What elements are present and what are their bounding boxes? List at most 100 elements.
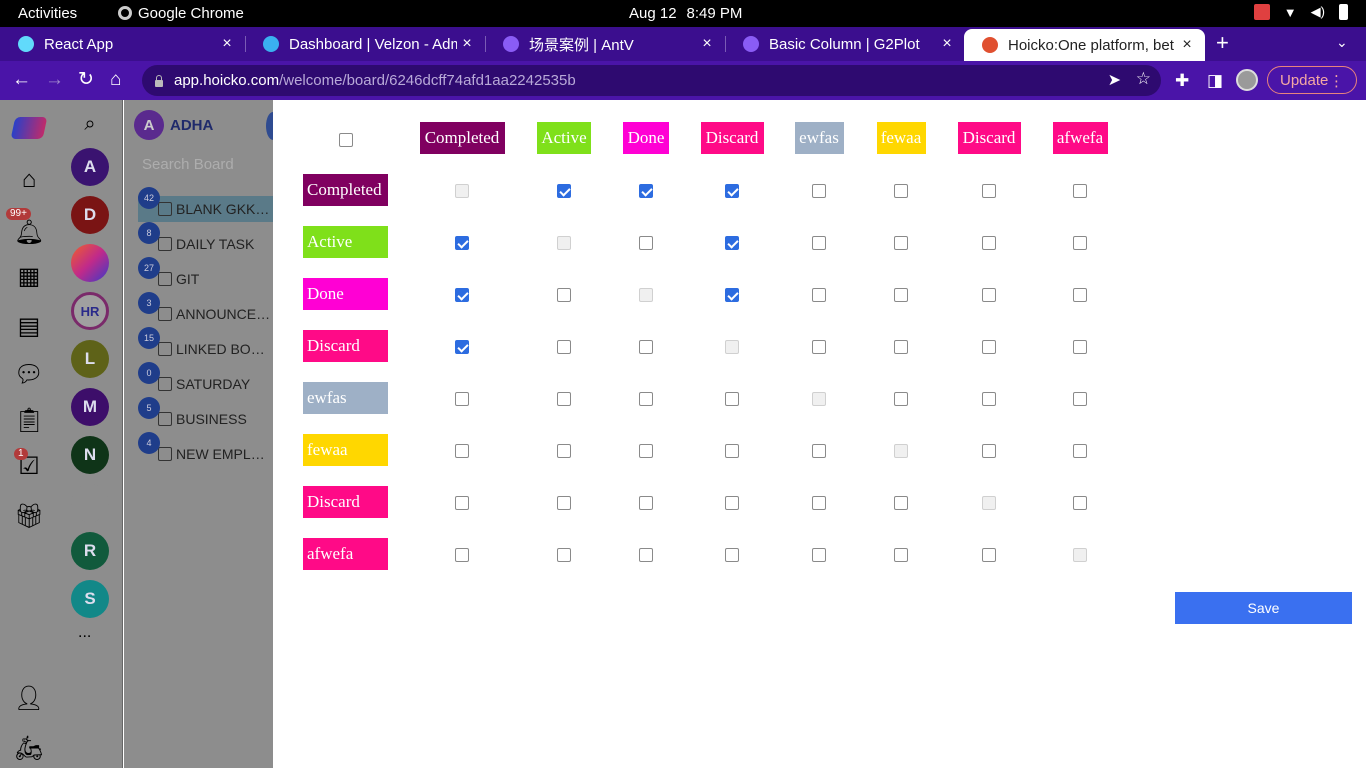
transition-checkbox[interactable]	[982, 548, 996, 562]
transition-checkbox[interactable]	[812, 496, 826, 510]
side-panel-icon[interactable]: ◨	[1207, 71, 1223, 91]
transition-checkbox[interactable]	[812, 184, 826, 198]
board-item[interactable]: 42 BLANK GKKGKGKG	[138, 187, 273, 222]
transition-checkbox[interactable]	[557, 340, 571, 354]
close-tab-icon[interactable]: ×	[697, 35, 717, 53]
update-button[interactable]: Update ⋮	[1267, 66, 1357, 94]
transition-checkbox[interactable]	[982, 184, 996, 198]
transition-checkbox[interactable]	[639, 340, 653, 354]
transition-checkbox[interactable]	[455, 496, 469, 510]
workspace-avatar[interactable]: M	[71, 388, 109, 426]
transition-checkbox[interactable]	[894, 184, 908, 198]
board-item[interactable]: 15 LINKED BOARD	[138, 327, 273, 362]
transition-checkbox[interactable]	[455, 548, 469, 562]
bookmark-star-icon[interactable]: ☆	[1136, 69, 1151, 89]
transition-checkbox[interactable]	[455, 392, 469, 406]
transition-checkbox[interactable]	[725, 548, 739, 562]
gift-icon[interactable]: 🎁︎	[13, 500, 45, 532]
hoicko-logo-icon[interactable]	[10, 112, 48, 144]
transition-checkbox[interactable]	[557, 184, 571, 198]
transition-checkbox[interactable]	[455, 288, 469, 302]
workspace-avatar[interactable]: S	[71, 580, 109, 618]
transition-checkbox[interactable]	[725, 444, 739, 458]
transition-checkbox[interactable]	[455, 236, 469, 250]
transition-checkbox[interactable]	[1073, 392, 1087, 406]
app-menu[interactable]: Google Chrome	[118, 5, 244, 22]
transition-checkbox[interactable]	[812, 236, 826, 250]
close-tab-icon[interactable]: ×	[457, 35, 477, 53]
board-item[interactable]: 8 DAILY TASK	[138, 222, 273, 257]
transition-checkbox[interactable]	[894, 288, 908, 302]
workspace-avatar[interactable]	[71, 484, 109, 522]
save-button[interactable]: Save	[1175, 592, 1352, 624]
notification-bell-icon[interactable]: 🔔︎	[13, 216, 45, 248]
transition-checkbox[interactable]	[1073, 184, 1087, 198]
transition-checkbox[interactable]	[1073, 236, 1087, 250]
board-item[interactable]: 4 NEW EMPLOYEES	[138, 432, 273, 467]
transition-checkbox[interactable]	[455, 444, 469, 458]
transition-checkbox[interactable]	[894, 548, 908, 562]
tab-search-chevron-icon[interactable]: ⌄	[1336, 34, 1348, 51]
transition-checkbox[interactable]	[982, 340, 996, 354]
board-search-input[interactable]: Search Board	[142, 156, 234, 173]
home-icon[interactable]: ⌂	[110, 69, 121, 91]
system-tray[interactable]: ▼ ◀)	[1253, 4, 1348, 20]
search-icon[interactable]: ⌕	[74, 108, 106, 140]
transition-checkbox[interactable]	[639, 184, 653, 198]
clipboard-icon[interactable]: 📋︎	[13, 404, 45, 436]
transition-checkbox[interactable]	[894, 496, 908, 510]
transition-checkbox[interactable]	[557, 548, 571, 562]
transition-checkbox[interactable]	[1073, 340, 1087, 354]
transition-checkbox[interactable]	[557, 496, 571, 510]
transition-checkbox[interactable]	[812, 548, 826, 562]
clock[interactable]: Aug 12 8:49 PM	[629, 5, 742, 22]
transition-checkbox[interactable]	[812, 288, 826, 302]
transition-checkbox[interactable]	[812, 340, 826, 354]
close-tab-icon[interactable]: ×	[217, 35, 237, 53]
transition-checkbox[interactable]	[812, 444, 826, 458]
transition-checkbox[interactable]	[982, 444, 996, 458]
user-report-icon[interactable]: ▤	[13, 310, 45, 342]
workspace-avatar[interactable]: D	[71, 196, 109, 234]
transition-checkbox[interactable]	[557, 288, 571, 302]
transition-checkbox[interactable]	[639, 444, 653, 458]
transition-checkbox[interactable]	[1073, 288, 1087, 302]
extensions-icon[interactable]: ✚	[1175, 71, 1189, 91]
browser-tab[interactable]: Dashboard | Velzon - Adm ×	[245, 27, 485, 61]
transition-checkbox[interactable]	[982, 392, 996, 406]
transition-checkbox[interactable]	[639, 496, 653, 510]
transition-checkbox[interactable]	[894, 340, 908, 354]
home-icon[interactable]: ⌂	[13, 164, 45, 196]
board-item[interactable]: 3 ANNOUNCEMENTS	[138, 292, 273, 327]
browser-tab[interactable]: Hoicko:One platform, bet ×	[964, 29, 1205, 61]
transition-checkbox[interactable]	[557, 444, 571, 458]
add-user-icon[interactable]: 👤︎	[13, 682, 45, 714]
browser-tab[interactable]: Basic Column | G2Plot ×	[725, 27, 965, 61]
workspace-avatar[interactable]: HR	[71, 292, 109, 330]
transition-checkbox[interactable]	[639, 236, 653, 250]
transition-checkbox[interactable]	[725, 288, 739, 302]
address-bar[interactable]: app.hoicko.com/welcome/board/6246dcff74a…	[142, 65, 1161, 96]
transition-checkbox[interactable]	[894, 236, 908, 250]
browser-tab[interactable]: 场景案例 | AntV ×	[485, 27, 725, 61]
transition-checkbox[interactable]	[982, 236, 996, 250]
close-tab-icon[interactable]: ×	[937, 35, 957, 53]
transition-checkbox[interactable]	[982, 288, 996, 302]
transition-checkbox[interactable]	[557, 392, 571, 406]
close-tab-icon[interactable]: ×	[1177, 36, 1197, 54]
board-item[interactable]: 5 BUSINESS	[138, 397, 273, 432]
delivery-scooter-icon[interactable]: 🛵︎	[13, 732, 45, 764]
dashboard-favorite-icon[interactable]: ▦	[13, 260, 45, 292]
workspace-avatar[interactable]: L	[71, 340, 109, 378]
transition-checkbox[interactable]	[639, 548, 653, 562]
forward-arrow-icon[interactable]: →	[45, 69, 64, 91]
transition-checkbox[interactable]	[725, 392, 739, 406]
workspace-avatar[interactable]: A	[71, 148, 109, 186]
transition-checkbox[interactable]	[455, 340, 469, 354]
chat-icon[interactable]: 💬︎	[13, 358, 45, 390]
activities-button[interactable]: Activities	[18, 5, 77, 22]
board-item[interactable]: 27 GIT	[138, 257, 273, 292]
browser-tab[interactable]: React App ×	[0, 27, 245, 61]
send-tab-icon[interactable]: ➤	[1108, 70, 1121, 90]
transition-checkbox[interactable]	[725, 236, 739, 250]
